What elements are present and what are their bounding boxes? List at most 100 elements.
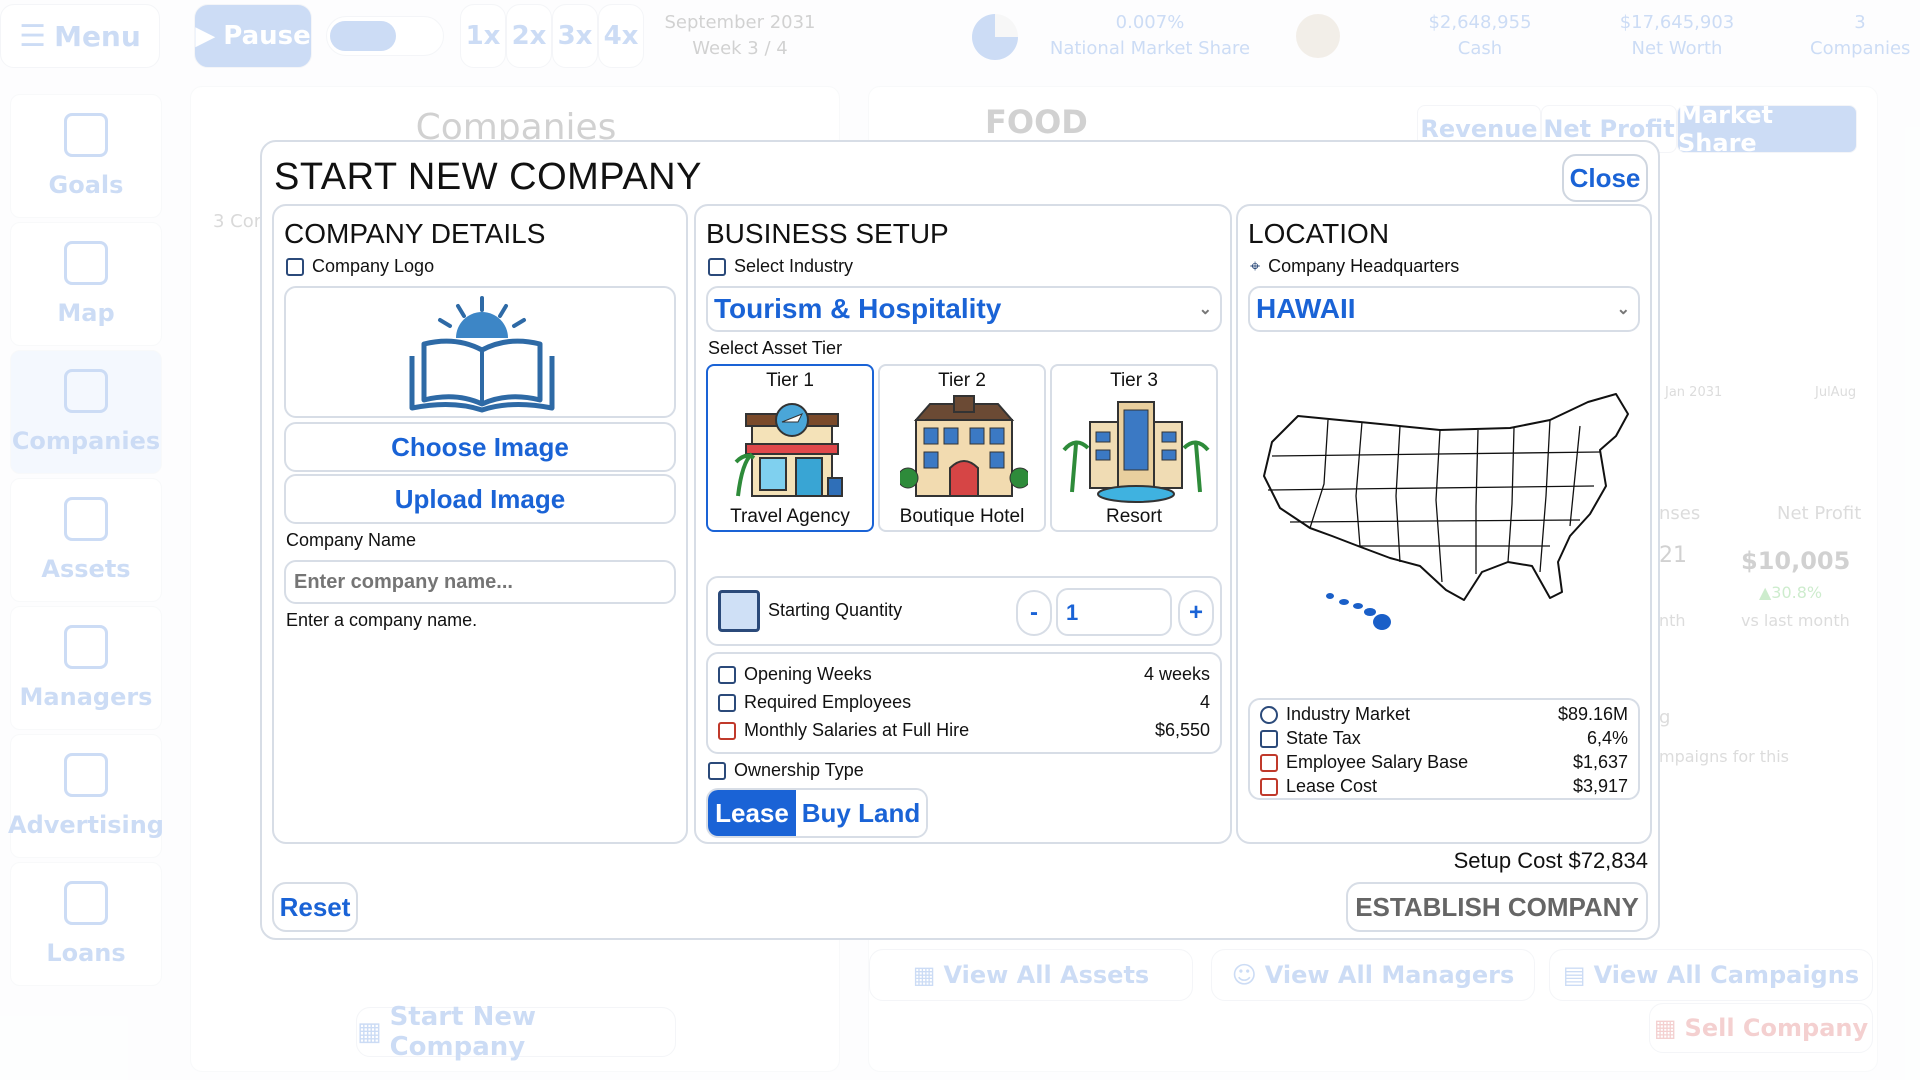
sidebar-item-companies[interactable]: Companies [10,350,162,474]
company-name-hint: Enter a company name. [286,610,478,630]
logo-file-icon [286,257,304,276]
lease-cost-row: Lease Cost $3,917 [1260,776,1628,797]
sidebar-item-assets[interactable]: Assets [10,478,162,602]
view-all-managers-button[interactable]: ☺ View All Managers [1211,949,1535,1001]
speed-2x-button[interactable]: 2x [506,4,552,68]
menu-icon: ☰ [19,18,47,54]
modal-title: START NEW COMPANY [274,156,702,198]
business-setup-panel: BUSINESS SETUP Select Industry Tourism &… [694,204,1232,844]
sidebar-item-goals[interactable]: Goals [10,94,162,218]
expenses-label: nses [1659,503,1701,524]
quantity-input[interactable]: 1 [1056,588,1172,636]
company-name-input[interactable] [284,560,676,604]
factory-icon [708,257,726,276]
tab-market-share[interactable]: Market Share [1677,101,1857,157]
building-icon [64,369,108,413]
avatar[interactable] [1296,14,1340,58]
close-button[interactable]: Close [1562,154,1648,202]
top-bar: ☰ Menu ▶ Pause 1x 2x 3x 4x September 203… [0,0,1920,72]
location-panel: LOCATION ⌖ Company Headquarters HAWAII ⌄ [1236,204,1652,844]
market-share-display: 0.007% National Market Share [1049,12,1251,59]
market-pie-icon [1260,705,1278,724]
lease-option[interactable]: Lease [708,790,796,836]
building-icon: ▦ [912,961,936,989]
chart-tick-label: Jan 2031 [1665,385,1723,400]
date-display: September 2031 Week 3 / 4 [664,12,816,59]
building-icon: ▦ [1653,1014,1677,1042]
speed-3x-button[interactable]: 3x [552,4,598,68]
sell-company-button[interactable]: ▦ Sell Company [1649,1003,1873,1053]
buildings-icon [718,590,760,632]
headquarters-select[interactable]: HAWAII ⌄ [1248,286,1640,332]
sidebar-item-map[interactable]: Map [10,222,162,346]
lease-cost-value: $3,917 [1572,776,1628,796]
open-book-sunrise-icon [409,296,555,413]
stat-sub: nth [1659,611,1686,630]
required-employees-row: Required Employees 4 [718,692,1210,713]
tier-2-option[interactable]: Tier 2 Boutique Hotel [878,364,1046,532]
requirements-info: Opening Weeks 4 weeks Required Employees… [706,652,1222,754]
stat-value: 21 [1659,543,1687,568]
cash-display: $2,648,955 Cash [1428,12,1532,59]
people-icon: ☺ [1231,961,1257,989]
company-details-panel: COMPANY DETAILS Company Logo Choose Imag [272,204,688,844]
chevron-down-icon: ⌄ [1616,301,1630,318]
chevron-down-icon: ⌄ [1198,301,1212,318]
setup-cost: Setup Cost $72,834 [1454,848,1648,874]
opening-weeks-value: 4 weeks [1143,664,1210,684]
speed-slider[interactable] [326,16,444,56]
companies-count-text: 3 Cor [213,211,262,232]
start-new-company-button[interactable]: ▦ Start New Company [356,1002,676,1062]
travel-agency-icon [734,403,843,497]
monthly-salaries-row: Monthly Salaries at Full Hire $6,550 [718,720,1210,741]
sidebar-item-managers[interactable]: Managers [10,606,162,730]
ownership-type-label-row: Ownership Type [708,760,864,781]
menu-button[interactable]: ☰ Menu [0,4,160,68]
view-all-campaigns-button[interactable]: ▤ View All Campaigns [1549,949,1873,1001]
speed-4x-button[interactable]: 4x [598,4,644,68]
ownership-type-toggle: Lease Buy Land [706,788,928,838]
campaign-icon: ▤ [1562,961,1586,989]
required-employees-value: 4 [1199,692,1210,712]
speed-1x-button[interactable]: 1x [460,4,506,68]
company-logo-label-row: Company Logo [286,256,434,277]
industry-select[interactable]: Tourism & Hospitality ⌄ [706,286,1222,332]
net-profit-value: $10,005 [1741,547,1851,575]
bank-icon [64,881,108,925]
companies-count-display: 3 Companies [1810,12,1911,59]
vs-last-month: vs last month [1741,611,1850,630]
hawaii-highlight [1326,593,1391,630]
choose-image-button[interactable]: Choose Image [284,422,676,472]
opening-weeks-row: Opening Weeks 4 weeks [718,664,1210,685]
sidebar-item-loans[interactable]: Loans [10,862,162,986]
resort-icon [1062,401,1210,503]
employee-salary-base-row: Employee Salary Base $1,637 [1260,752,1628,773]
start-new-company-modal: START NEW COMPANY Close COMPANY DETAILS … [260,140,1660,940]
location-heading: LOCATION [1248,218,1390,249]
net-profit-label: Net Profit [1777,503,1862,524]
megaphone-icon [64,753,108,797]
play-icon: ▶ [195,21,216,51]
us-map[interactable] [1250,386,1642,650]
campaign-text: mpaigns for this [1659,747,1789,766]
sidebar-item-advertising[interactable]: Advertising [8,734,164,858]
tier-1-option[interactable]: Tier 1 Travel Agency [706,364,874,532]
view-all-assets-button[interactable]: ▦ View All Assets [869,949,1193,1001]
net-worth-display: $17,645,903 Net Worth [1619,12,1735,59]
starting-quantity-row: Starting Quantity - 1 + [706,576,1222,646]
building-icon: ▦ [357,1017,382,1047]
quantity-decrement-button[interactable]: - [1016,590,1052,636]
house-icon [1260,777,1278,796]
select-asset-tier-label: Select Asset Tier [708,338,843,358]
buy-land-option[interactable]: Buy Land [796,790,926,836]
box-icon [64,497,108,541]
establish-company-button[interactable]: ESTABLISH COMPANY [1346,882,1648,932]
starting-quantity-label: Starting Quantity [768,600,903,620]
ownership-building-icon [708,761,726,780]
reset-button[interactable]: Reset [272,882,358,932]
people-icon [64,625,108,669]
upload-image-button[interactable]: Upload Image [284,474,676,524]
pause-button[interactable]: ▶ Pause [194,4,312,68]
quantity-increment-button[interactable]: + [1178,590,1214,636]
tier-3-option[interactable]: Tier 3 Resort [1050,364,1218,532]
